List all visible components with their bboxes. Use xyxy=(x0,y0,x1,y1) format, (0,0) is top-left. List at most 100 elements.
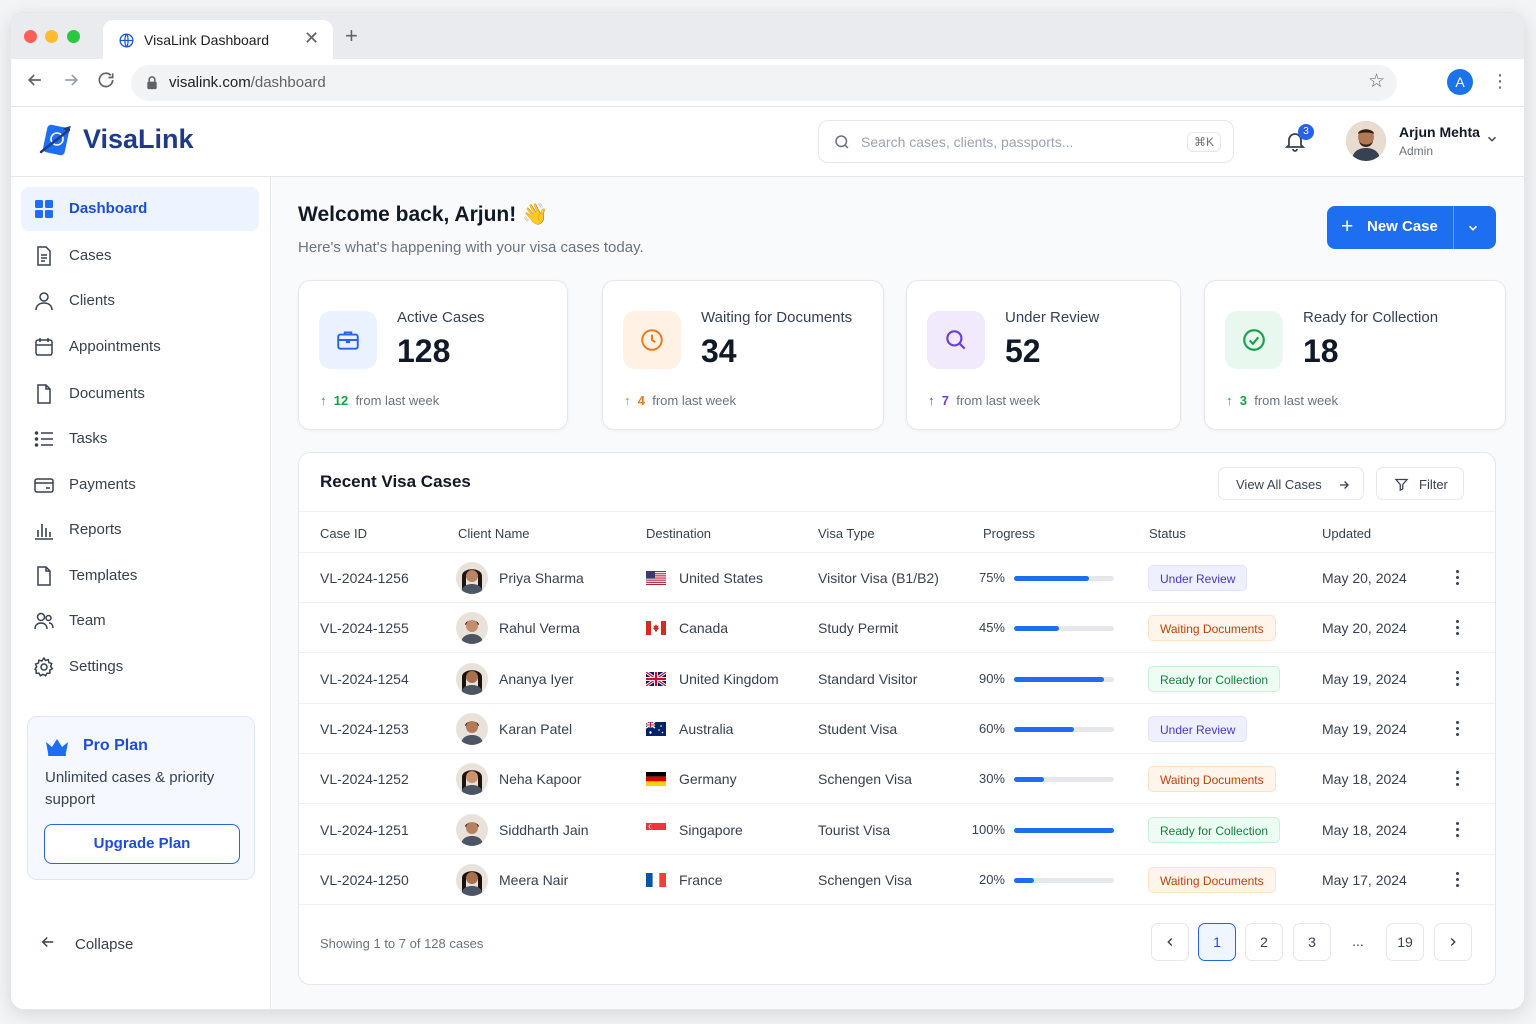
prev-page-button[interactable] xyxy=(1151,923,1189,961)
row-menu-icon[interactable] xyxy=(1452,870,1462,890)
sidebar-item-documents[interactable]: Documents xyxy=(21,372,259,416)
case-id[interactable]: VL-2024-1254 xyxy=(320,671,409,687)
column-header[interactable]: Client Name xyxy=(458,526,530,541)
minimize-window-button[interactable] xyxy=(45,30,58,43)
page-button[interactable]: 2 xyxy=(1245,923,1283,961)
browser-profile-avatar[interactable]: A xyxy=(1447,69,1473,95)
url-text: visalink.com/dashboard xyxy=(169,74,326,91)
search-input[interactable]: Search cases, clients, passports... ⌘K xyxy=(818,120,1234,163)
chevron-down-icon[interactable] xyxy=(1466,221,1480,235)
table-header: Case ID Client Name Destination Visa Typ… xyxy=(299,511,1495,553)
status-badge: Ready for Collection xyxy=(1148,665,1281,692)
row-menu-icon[interactable] xyxy=(1452,769,1462,789)
stat-card-waiting-documents[interactable]: Waiting for Documents 34 ↑ 4 from last w… xyxy=(602,280,884,430)
chevron-down-icon[interactable] xyxy=(1485,132,1499,146)
sidebar-item-templates[interactable]: Templates xyxy=(21,554,259,598)
table-row[interactable]: VL-2024-1253 Karan Patel Australia Stude… xyxy=(299,704,1495,754)
crown-icon xyxy=(46,739,68,756)
visa-type: Visitor Visa (B1/B2) xyxy=(818,570,939,586)
new-case-button[interactable]: + New Case xyxy=(1327,206,1496,249)
stat-card-ready-collection[interactable]: Ready for Collection 18 ↑ 3 from last we… xyxy=(1204,280,1506,430)
bookmark-star-icon[interactable]: ☆ xyxy=(1368,70,1385,93)
case-id[interactable]: VL-2024-1252 xyxy=(320,771,409,787)
case-id[interactable]: VL-2024-1251 xyxy=(320,822,409,838)
page-ellipsis: ... xyxy=(1352,933,1364,949)
row-menu-icon[interactable] xyxy=(1452,618,1462,638)
page-button[interactable]: 1 xyxy=(1198,923,1236,961)
close-window-button[interactable] xyxy=(24,30,37,43)
sidebar-item-reports[interactable]: Reports xyxy=(21,508,259,552)
stat-card-under-review[interactable]: Under Review 52 ↑ 7 from last week xyxy=(906,280,1181,430)
destination: France xyxy=(679,871,723,888)
close-tab-icon[interactable]: ✕ xyxy=(304,28,319,49)
column-header[interactable]: Case ID xyxy=(320,526,367,541)
case-id[interactable]: VL-2024-1250 xyxy=(320,872,409,888)
browser-tab[interactable]: VisaLink Dashboard ✕ xyxy=(103,20,333,60)
client-name[interactable]: Neha Kapoor xyxy=(499,771,582,787)
progress-percent: 20% xyxy=(978,871,1005,887)
table-row[interactable]: VL-2024-1255 Rahul Verma Canada Study Pe… xyxy=(299,603,1495,654)
main-content: Welcome back, Arjun! 👋 Here's what's hap… xyxy=(272,177,1524,1009)
case-id[interactable]: VL-2024-1255 xyxy=(320,620,409,636)
table-row[interactable]: VL-2024-1251 Siddharth Jain Singapore To… xyxy=(299,805,1495,855)
reload-icon[interactable] xyxy=(96,70,116,90)
client-name[interactable]: Karan Patel xyxy=(499,721,572,737)
forward-icon[interactable] xyxy=(61,70,81,90)
status-badge: Under Review xyxy=(1148,565,1248,591)
sidebar-item-dashboard[interactable]: Dashboard xyxy=(21,187,259,231)
case-id[interactable]: VL-2024-1253 xyxy=(320,721,409,737)
address-bar[interactable]: visalink.com/dashboard ☆ xyxy=(131,65,1397,101)
back-icon[interactable] xyxy=(25,70,45,90)
table-row[interactable]: VL-2024-1256 Priya Sharma United States … xyxy=(299,553,1495,603)
column-header[interactable]: Destination xyxy=(646,526,711,541)
collapse-button[interactable]: Collapse xyxy=(75,936,133,953)
row-menu-icon[interactable] xyxy=(1452,669,1462,689)
row-menu-icon[interactable] xyxy=(1452,820,1462,840)
client-name[interactable]: Priya Sharma xyxy=(499,570,584,586)
page-button[interactable]: 19 xyxy=(1386,923,1424,961)
table-row[interactable]: VL-2024-1252 Neha Kapoor Germany Schenge… xyxy=(299,754,1495,805)
case-id[interactable]: VL-2024-1256 xyxy=(320,570,409,586)
browser-menu-icon[interactable]: ⋮ xyxy=(1491,71,1509,92)
sidebar-item-cases[interactable]: Cases xyxy=(21,234,259,278)
stat-card-active-cases[interactable]: Active Cases 128 ↑ 12 from last week xyxy=(298,280,568,430)
view-all-cases-button[interactable]: View All Cases xyxy=(1218,467,1364,500)
progress-bar xyxy=(1014,676,1114,682)
filter-button[interactable]: Filter xyxy=(1376,467,1464,500)
table-row[interactable]: VL-2024-1250 Meera Nair France Schengen … xyxy=(299,855,1495,905)
client-name[interactable]: Ananya Iyer xyxy=(499,671,574,687)
column-header[interactable]: Progress xyxy=(983,526,1035,541)
stat-title: Waiting for Documents xyxy=(701,309,853,326)
client-name[interactable]: Rahul Verma xyxy=(499,620,580,636)
column-header[interactable]: Visa Type xyxy=(818,526,875,541)
user-avatar[interactable] xyxy=(1346,121,1386,161)
sidebar-item-appointments[interactable]: Appointments xyxy=(21,325,259,369)
filter-icon xyxy=(1394,478,1409,492)
client-name[interactable]: Siddharth Jain xyxy=(499,822,589,838)
column-header[interactable]: Updated xyxy=(1322,526,1371,541)
column-header[interactable]: Status xyxy=(1149,526,1186,541)
progress-percent: 90% xyxy=(978,670,1005,686)
row-menu-icon[interactable] xyxy=(1452,719,1462,739)
status-badge: Waiting Documents xyxy=(1148,766,1276,793)
maximize-window-button[interactable] xyxy=(67,30,80,43)
client-name[interactable]: Meera Nair xyxy=(499,872,568,888)
stat-value: 18 xyxy=(1303,333,1339,369)
sidebar-item-settings[interactable]: Settings xyxy=(21,645,259,689)
sidebar-item-payments[interactable]: Payments xyxy=(21,463,259,507)
collapse-arrow-icon[interactable] xyxy=(39,933,57,951)
next-page-button[interactable] xyxy=(1434,923,1472,961)
new-tab-button[interactable]: + xyxy=(345,23,358,49)
page-button[interactable]: 3 xyxy=(1293,923,1331,961)
updated-date: May 18, 2024 xyxy=(1322,821,1407,838)
sidebar-item-clients[interactable]: Clients xyxy=(21,279,259,323)
pagination-summary: Showing 1 to 7 of 128 cases xyxy=(320,936,484,951)
row-menu-icon[interactable] xyxy=(1452,568,1462,588)
sidebar-item-team[interactable]: Team xyxy=(21,599,259,643)
sidebar-item-tasks[interactable]: Tasks xyxy=(21,417,259,461)
card-icon xyxy=(34,478,54,493)
progress-bar xyxy=(1014,626,1114,632)
upgrade-plan-button[interactable]: Upgrade Plan xyxy=(44,824,240,864)
sidebar-item-label: Payments xyxy=(69,476,136,493)
table-row[interactable]: VL-2024-1254 Ananya Iyer United Kingdom … xyxy=(299,654,1495,704)
